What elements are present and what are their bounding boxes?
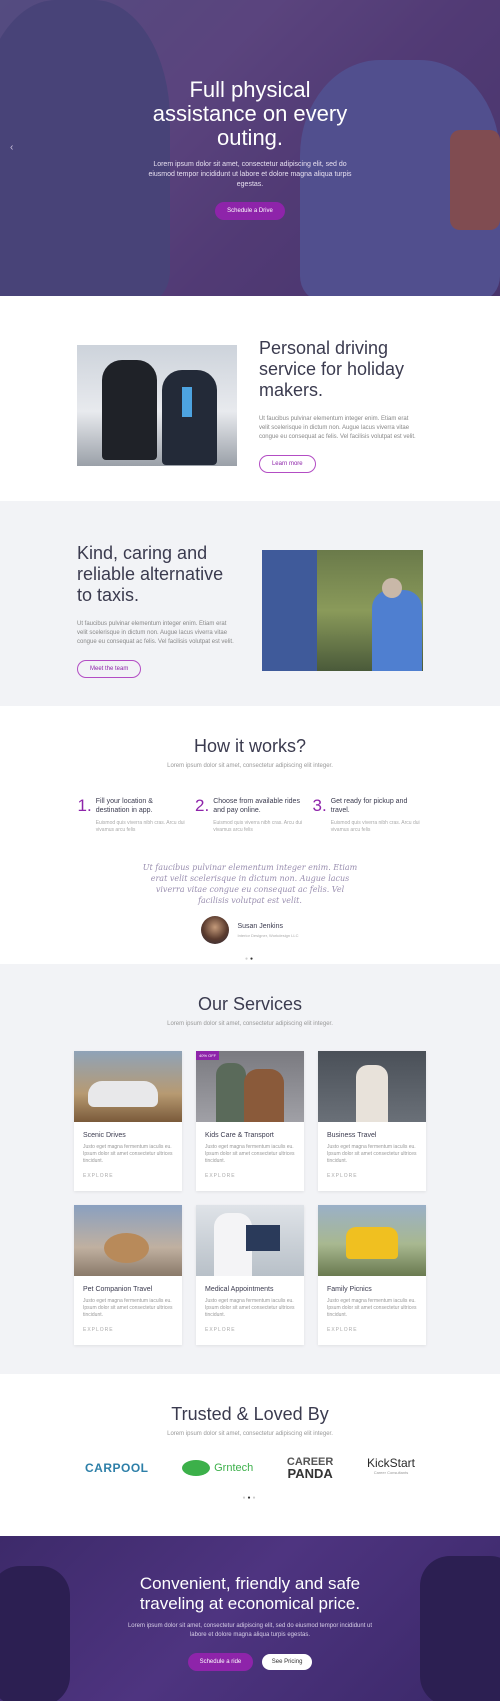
hero-title: Full physical assistance on every outing… [152,77,348,150]
service-title: Scenic Drives [83,1132,126,1139]
cta-title: Convenient, friendly and safe traveling … [139,1574,361,1613]
leaf-icon [182,1460,211,1476]
avatar [201,916,230,944]
services-subtitle: Lorem ipsum dolor sit amet, consectetur … [167,1021,333,1027]
explore-link[interactable]: EXPLORE [205,1173,295,1179]
trusted-subtitle: Lorem ipsum dolor sit amet, consectetur … [167,1431,333,1437]
service-image [74,1205,182,1276]
service-image [74,1051,182,1122]
trusted-title: Trusted & Loved By [171,1404,329,1424]
service-desc: Justo eget magna fermentum iaculis eu. I… [327,1298,417,1318]
testimonial-author: Susan Jenkins Interior Designer, Workdes… [0,916,500,944]
service-card-scenic-drives[interactable]: Scenic Drives Justo eget magna fermentum… [74,1051,182,1191]
schedule-ride-button[interactable]: Schedule a ride [187,1653,254,1671]
trusted-section: Trusted & Loved By Lorem ipsum dolor sit… [0,1374,500,1536]
see-pricing-button[interactable]: See Pricing [261,1654,313,1670]
grntech-logo: Grntech [182,1460,253,1476]
feature-holiday-text: Ut faucibus pulvinar elementum integer e… [258,416,416,440]
service-image [318,1205,426,1276]
explore-link[interactable]: EXPLORE [83,1173,173,1179]
kickstart-logo: KickStart Career Consultants [366,1456,415,1475]
step-desc: Euismod quis viverra nibh cras. Arcu dui… [95,820,185,833]
cta-text: Lorem ipsum dolor sit amet, consectetur … [127,1623,373,1638]
service-card-pet-companion[interactable]: Pet Companion Travel Justo eget magna fe… [74,1205,182,1345]
step-desc: Euismod quis viverra nibh cras. Arcu dui… [213,820,303,833]
service-title: Kids Care & Transport [205,1132,274,1139]
explore-link[interactable]: EXPLORE [327,1327,417,1333]
step-title: Get ready for pickup and travel. [330,798,408,814]
step-title: Choose from available rides and pay onli… [213,798,300,814]
service-title: Family Picnics [327,1286,372,1293]
services-title: Our Services [197,994,303,1014]
service-desc: Justo eget magna fermentum iaculis eu. I… [205,1144,295,1164]
how-title: How it works? [193,736,307,756]
logo-pagination: ●●● [0,1495,500,1501]
service-image [196,1051,304,1122]
step-number: 3. [312,796,327,815]
step-number: 2. [195,796,210,815]
service-image [318,1051,426,1122]
service-card-family-picnics[interactable]: Family Picnics Justo eget magna fermentu… [318,1205,426,1345]
service-desc: Justo eget magna fermentum iaculis eu. I… [327,1144,417,1164]
feature-taxis-text: Ut faucibus pulvinar elementum integer e… [77,621,234,645]
hero-text: Lorem ipsum dolor sit amet, consectetur … [148,161,352,188]
service-title: Medical Appointments [205,1286,274,1293]
feature-taxis-section: Kind, caring and reliable alternative to… [0,501,500,706]
carpool-logo: CARPOOL [85,1461,149,1475]
service-card-kids-care[interactable]: 40% OFF Kids Care & Transport Justo eget… [196,1051,304,1191]
step-desc: Euismod quis viverra nibh cras. Arcu dui… [330,820,420,833]
service-image [196,1205,304,1276]
step-3: 3. Get ready for pickup and travel. Euis… [313,797,423,834]
testimonial-pagination: ●● [0,956,500,962]
explore-link[interactable]: EXPLORE [205,1327,295,1333]
cta-section: Convenient, friendly and safe traveling … [0,1536,500,1701]
how-subtitle: Lorem ipsum dolor sit amet, consectetur … [167,763,333,769]
how-it-works-section: How it works? Lorem ipsum dolor sit amet… [0,706,500,964]
schedule-drive-button[interactable]: Schedule a Drive [215,202,285,220]
pagination-dot[interactable]: ● [253,1495,258,1501]
learn-more-button[interactable]: Learn more [258,455,316,473]
step-1: 1. Fill your location & destination in a… [78,797,188,834]
service-title: Business Travel [327,1132,377,1139]
feature-taxis-image [262,550,423,671]
feature-holiday-title: Personal driving service for holiday mak… [258,338,405,400]
service-desc: Justo eget magna fermentum iaculis eu. I… [83,1144,173,1164]
service-desc: Justo eget magna fermentum iaculis eu. I… [83,1298,173,1318]
service-card-medical[interactable]: Medical Appointments Justo eget magna fe… [196,1205,304,1345]
pagination-dot-active[interactable]: ● [250,956,255,962]
discount-badge: 40% OFF [196,1051,220,1060]
step-title: Fill your location & destination in app. [95,798,153,814]
meet-team-button[interactable]: Meet the team [77,660,142,678]
career-panda-logo: CAREER PANDA [286,1456,334,1481]
feature-holiday-image [77,345,238,466]
testimonial-name: Susan Jenkins [237,922,283,930]
step-2: 2. Choose from available rides and pay o… [195,797,305,834]
service-card-business-travel[interactable]: Business Travel Justo eget magna ferment… [318,1051,426,1191]
testimonial-role: Interior Designer, Workdesign LLC [237,932,299,938]
step-number: 1. [77,796,92,815]
testimonial-quote: Ut faucibus pulvinar elementum integer e… [142,863,358,905]
service-desc: Justo eget magna fermentum iaculis eu. I… [205,1298,295,1318]
services-section: Our Services Lorem ipsum dolor sit amet,… [0,964,500,1374]
service-title: Pet Companion Travel [83,1286,153,1293]
feature-taxis-title: Kind, caring and reliable alternative to… [77,543,224,605]
hero-section: ‹ Full physical assistance on every outi… [0,0,500,296]
explore-link[interactable]: EXPLORE [327,1173,417,1179]
feature-holiday-section: Personal driving service for holiday mak… [0,296,500,501]
explore-link[interactable]: EXPLORE [83,1327,173,1333]
